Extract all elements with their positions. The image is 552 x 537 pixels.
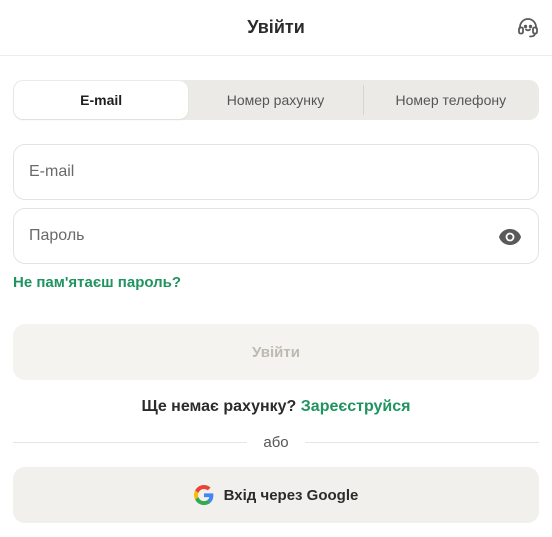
show-password-button[interactable] [498,226,522,248]
signup-link[interactable]: Зареєструйся [301,398,411,415]
tab-account-number[interactable]: Номер рахунку [188,81,362,119]
email-input[interactable] [29,145,489,199]
page-title: Увійти [247,17,305,37]
login-button[interactable]: Увійти [13,324,539,380]
eye-icon [499,229,521,245]
divider-line [304,441,539,443]
header: Увійти [0,0,552,56]
headset-icon [518,18,538,38]
signup-row: Ще немає рахунку? Зареєструйся [0,398,552,416]
signup-prompt: Ще немає рахунку? [141,398,297,415]
email-field [13,144,539,200]
google-logo-icon [193,485,214,505]
password-input[interactable] [29,209,489,263]
tab-label: E-mail [80,92,123,108]
tab-label: Номер рахунку [226,92,325,108]
or-divider: або [13,432,539,452]
tab-email[interactable]: E-mail [14,81,189,119]
password-field [13,208,539,264]
login-method-tabs: E-mail Номер рахунку Номер телефону [13,80,539,120]
google-button-label: Вхід через Google [223,486,359,504]
forgot-password-link[interactable]: Не пам'ятаєш пароль? [13,274,181,291]
or-label: або [263,433,289,451]
divider-line [13,441,248,443]
google-login-button[interactable]: Вхід через Google [13,467,539,523]
tab-phone-number[interactable]: Номер телефону [364,81,538,119]
support-button[interactable] [514,13,542,41]
tab-label: Номер телефону [395,92,507,108]
